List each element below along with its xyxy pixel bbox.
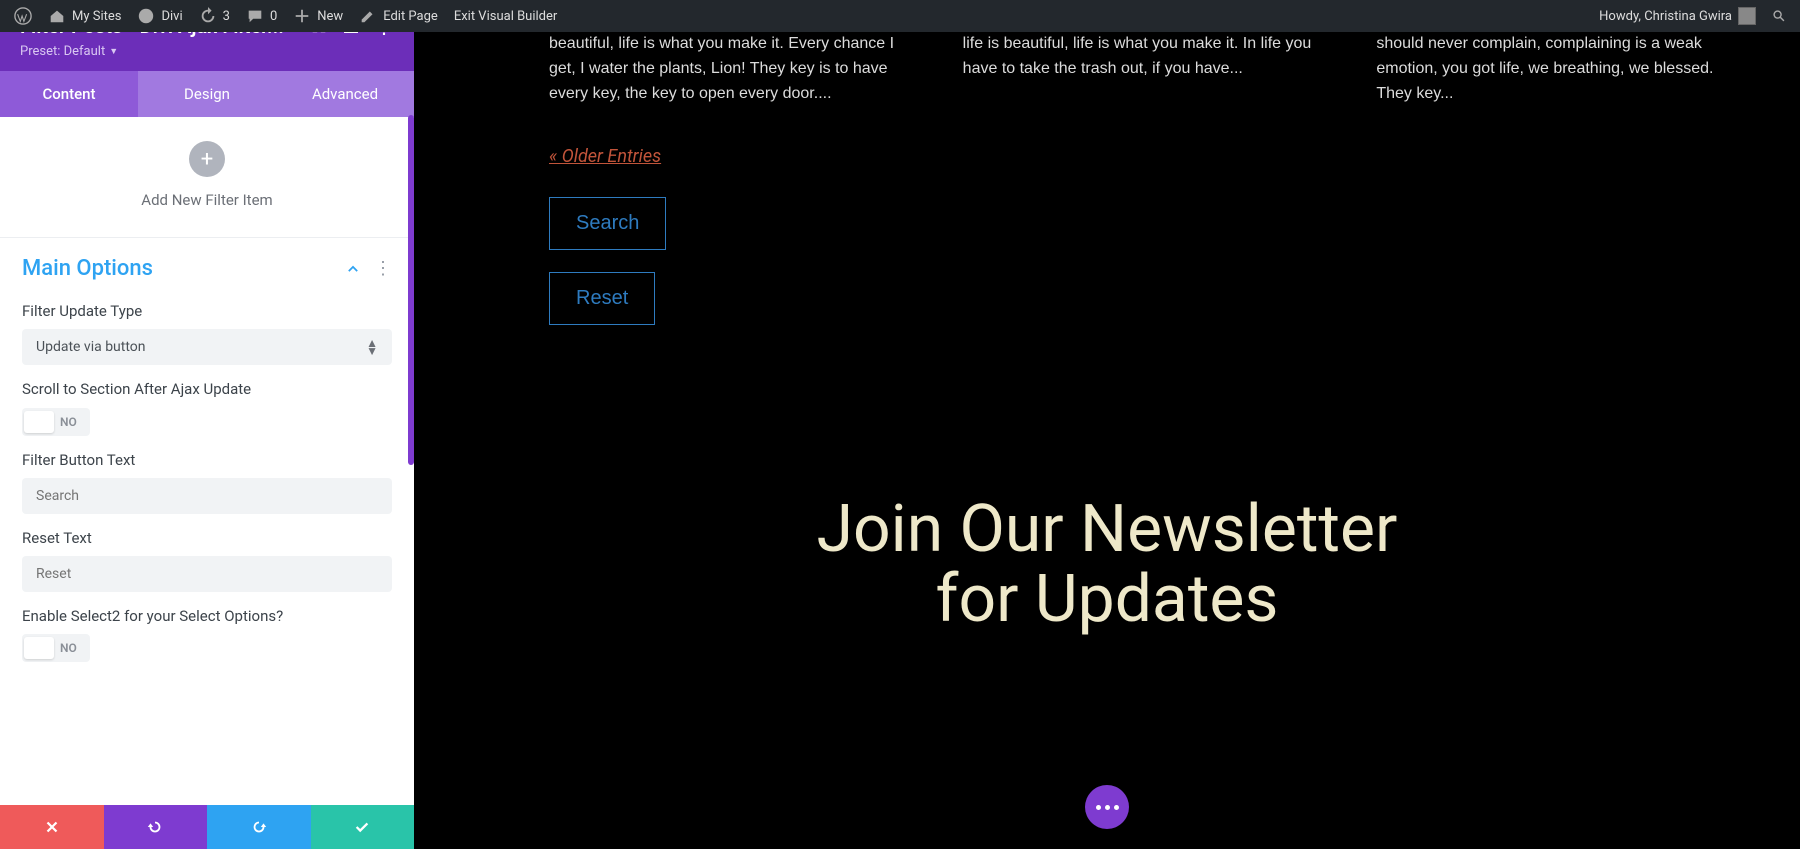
panel-tabs: Content Design Advanced xyxy=(0,71,414,117)
howdy-user[interactable]: Howdy, Christina Gwira xyxy=(1591,0,1764,32)
wp-admin-bar: My Sites Divi 3 0 New Edit Page Exit Vis… xyxy=(0,0,1800,32)
caret-down-icon: ▼ xyxy=(109,46,118,57)
site-switch[interactable]: Divi xyxy=(129,0,190,32)
undo-icon xyxy=(146,818,164,836)
refresh-icon xyxy=(199,7,217,25)
newsletter-line1: Join Our Newsletter xyxy=(817,491,1398,568)
updates-count: 3 xyxy=(223,9,230,24)
panel-footer xyxy=(0,805,414,849)
comments[interactable]: 0 xyxy=(238,0,285,32)
older-entries: « Older Entries xyxy=(549,146,1800,167)
reset-text-input[interactable] xyxy=(22,556,392,592)
my-sites-label: My Sites xyxy=(72,9,121,24)
search-button[interactable]: Search xyxy=(549,197,666,250)
posts-row: beautiful, life is what you make it. Eve… xyxy=(414,32,1800,106)
check-icon xyxy=(353,818,371,836)
add-filter-item-button[interactable]: + xyxy=(189,141,225,177)
edit-page-label: Edit Page xyxy=(383,9,438,24)
chevron-up-icon xyxy=(346,262,360,276)
exit-visual-builder[interactable]: Exit Visual Builder xyxy=(446,0,565,32)
updates[interactable]: 3 xyxy=(191,0,238,32)
comment-icon xyxy=(246,7,264,25)
field-label: Filter Update Type xyxy=(22,301,392,321)
preset-selector[interactable]: Preset: Default ▼ xyxy=(20,44,394,59)
builder-floating-menu[interactable] xyxy=(1085,785,1129,829)
cancel-button[interactable] xyxy=(0,805,104,849)
tab-advanced[interactable]: Advanced xyxy=(276,71,414,117)
post-excerpt: beautiful, life is what you make it. Eve… xyxy=(549,32,913,106)
field-label: Enable Select2 for your Select Options? xyxy=(22,606,392,626)
scrollbar-thumb[interactable] xyxy=(408,115,414,465)
wp-logo[interactable] xyxy=(6,0,40,32)
wp-search[interactable] xyxy=(1764,0,1794,32)
module-settings-panel: Filter Posts - Divi Ajax Filter... ⋮ Pre… xyxy=(0,0,414,849)
new[interactable]: New xyxy=(285,0,351,32)
site-name-label: Divi xyxy=(161,9,182,24)
plus-icon xyxy=(293,7,311,25)
wordpress-icon xyxy=(14,7,32,25)
scroll-after-ajax-toggle[interactable]: NO xyxy=(22,408,90,436)
filter-button-text-input[interactable] xyxy=(22,478,392,514)
close-icon xyxy=(43,818,61,836)
redo-icon xyxy=(250,818,268,836)
my-sites[interactable]: My Sites xyxy=(40,0,129,32)
toggle-value: NO xyxy=(60,415,77,429)
panel-scrollbar[interactable] xyxy=(408,115,414,805)
field-label: Scroll to Section After Ajax Update xyxy=(22,379,392,399)
undo-button[interactable] xyxy=(104,805,208,849)
dot-icon xyxy=(1105,805,1110,810)
section-title: Main Options xyxy=(22,256,346,281)
save-button[interactable] xyxy=(311,805,415,849)
post-excerpt: should never complain, complaining is a … xyxy=(1376,32,1740,106)
preset-label: Preset: Default xyxy=(20,44,105,59)
section-header-main-options[interactable]: Main Options ⋮ xyxy=(0,238,414,291)
tab-design[interactable]: Design xyxy=(138,71,276,117)
page-preview: beautiful, life is what you make it. Eve… xyxy=(414,32,1800,849)
select-value: Update via button xyxy=(36,339,146,355)
select-arrows-icon: ▲▼ xyxy=(366,339,378,355)
new-label: New xyxy=(317,9,343,24)
newsletter-heading: Join Our Newsletter for Updates xyxy=(414,495,1800,634)
newsletter-line2: for Updates xyxy=(936,561,1279,638)
filter-update-type-select[interactable]: Update via button ▲▼ xyxy=(22,329,392,365)
toggle-value: NO xyxy=(60,641,77,655)
dot-icon xyxy=(1114,805,1119,810)
toggle-knob xyxy=(24,637,54,659)
reset-button[interactable]: Reset xyxy=(549,272,655,325)
field-label: Filter Button Text xyxy=(22,450,392,470)
older-entries-link[interactable]: « Older Entries xyxy=(549,146,661,167)
search-icon xyxy=(1772,7,1786,25)
add-filter-item-label: Add New Filter Item xyxy=(141,191,272,209)
section-menu-dots-icon[interactable]: ⋮ xyxy=(374,258,392,279)
pencil-icon xyxy=(359,7,377,25)
howdy-label: Howdy, Christina Gwira xyxy=(1599,9,1732,24)
avatar xyxy=(1738,7,1756,25)
dot-icon xyxy=(1096,805,1101,810)
tab-content[interactable]: Content xyxy=(0,71,138,117)
edit-page[interactable]: Edit Page xyxy=(351,0,446,32)
dashboard-icon xyxy=(137,7,155,25)
comments-count: 0 xyxy=(270,9,277,24)
house-icon xyxy=(48,7,66,25)
panel-body: + Add New Filter Item Main Options ⋮ Fil… xyxy=(0,117,414,805)
toggle-knob xyxy=(24,411,54,433)
redo-button[interactable] xyxy=(207,805,311,849)
field-label: Reset Text xyxy=(22,528,392,548)
post-excerpt: life is beautiful, life is what you make… xyxy=(963,32,1327,106)
exit-builder-label: Exit Visual Builder xyxy=(454,9,557,24)
enable-select2-toggle[interactable]: NO xyxy=(22,634,90,662)
